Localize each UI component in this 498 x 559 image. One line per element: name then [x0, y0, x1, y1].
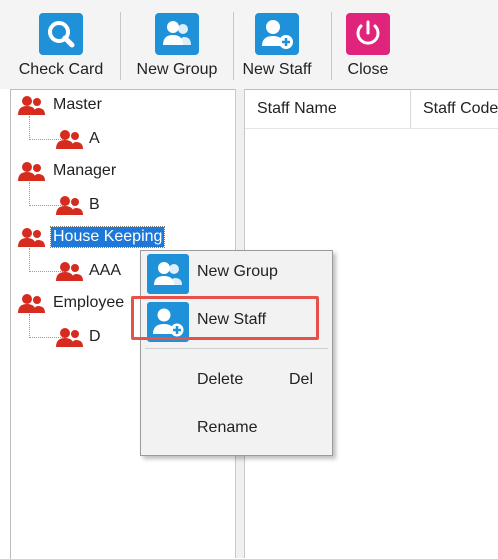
tree-group-house-keeping[interactable]: House Keeping	[17, 226, 166, 248]
column-header-staff-code[interactable]: Staff Code	[411, 90, 498, 128]
user-icon	[56, 262, 83, 281]
column-header-staff-name[interactable]: Staff Name	[245, 90, 411, 128]
new-staff-label: New Staff	[242, 61, 312, 78]
tree-group-label: Employee	[53, 294, 125, 311]
menu-item-label: Rename	[197, 419, 258, 436]
group-icon	[147, 254, 189, 294]
menu-item-rename[interactable]: Rename	[141, 407, 332, 453]
tree-group-employee[interactable]: Employee	[17, 292, 126, 314]
user-icon	[56, 196, 83, 215]
menu-item-new-group[interactable]: New Group	[141, 251, 332, 297]
toolbar-separator	[233, 12, 234, 80]
tree-group-master[interactable]: Master	[17, 94, 104, 116]
add-staff-icon	[255, 13, 299, 55]
tree-staff-b[interactable]: B	[55, 194, 102, 216]
highlight-box	[131, 296, 319, 340]
group-icon	[18, 294, 45, 313]
toolbar-separator	[120, 12, 121, 80]
check-card-label: Check Card	[18, 61, 104, 78]
group-icon	[18, 228, 45, 247]
menu-item-shortcut: Del	[289, 371, 314, 388]
tree-staff-aaa[interactable]: AAA	[55, 260, 123, 282]
tree-group-manager[interactable]: Manager	[17, 160, 118, 182]
power-icon	[346, 13, 390, 55]
user-icon	[56, 328, 83, 347]
new-group-text: New Group	[136, 61, 218, 78]
check-card-button[interactable]: Check Card	[11, 0, 111, 86]
search-icon	[39, 13, 83, 55]
tree-group-label: Master	[53, 96, 102, 113]
tree-staff-label: A	[89, 130, 100, 147]
new-staff-button[interactable]: New Staff	[237, 0, 317, 86]
new-group-label: New Group	[129, 61, 225, 79]
tree-staff-label: D	[89, 328, 101, 345]
tree-connector	[29, 182, 30, 206]
menu-separator	[145, 348, 328, 349]
tree-group-label: Manager	[53, 162, 117, 179]
tree-staff-d[interactable]: D	[55, 326, 103, 348]
tree-staff-label: B	[89, 196, 100, 213]
group-icon	[18, 96, 45, 115]
group-icon	[18, 162, 45, 181]
user-icon	[56, 130, 83, 149]
menu-item-delete[interactable]: Delete Del	[141, 359, 332, 405]
tree-group-label: House Keeping	[49, 226, 166, 248]
tree-connector	[29, 314, 30, 338]
toolbar-separator	[331, 12, 332, 80]
group-icon	[155, 13, 199, 55]
menu-item-label: Delete	[197, 371, 244, 388]
tree-staff-label: AAA	[89, 262, 122, 279]
close-button[interactable]: Close	[336, 0, 400, 86]
toolbar: Check Card New Group New Staff Close	[0, 0, 498, 89]
tree-staff-a[interactable]: A	[55, 128, 102, 150]
new-group-button[interactable]: New Group	[129, 0, 225, 86]
context-menu: New Group New Staff Delete Del Rename	[140, 250, 333, 456]
tree-connector	[29, 116, 30, 140]
close-label: Close	[347, 61, 389, 78]
tree-connector	[29, 248, 30, 272]
header-divider	[245, 128, 498, 129]
menu-item-label: New Group	[197, 263, 278, 280]
